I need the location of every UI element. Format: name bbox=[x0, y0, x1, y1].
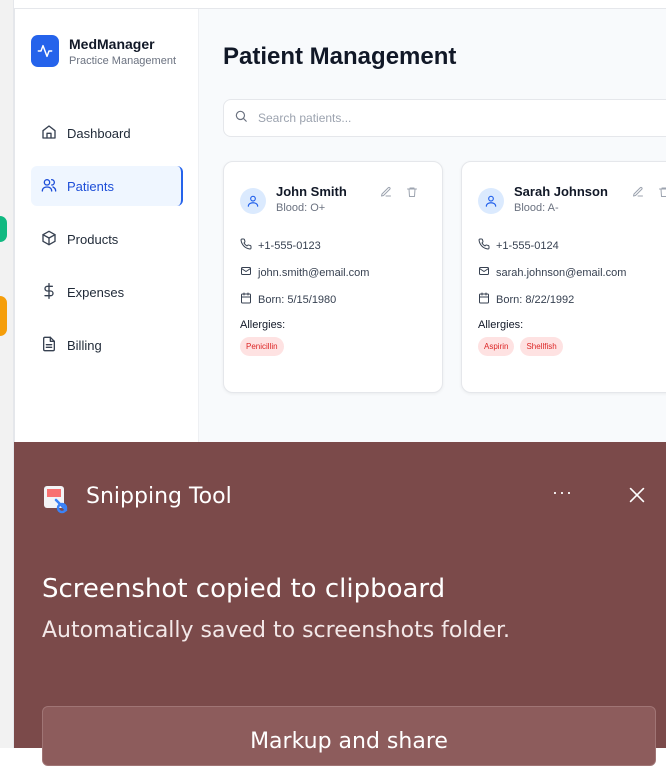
mail-icon bbox=[478, 265, 490, 280]
delete-icon[interactable] bbox=[406, 186, 418, 198]
patient-email: sarah.johnson@email.com bbox=[478, 259, 664, 286]
search-bar bbox=[223, 99, 666, 137]
package-icon bbox=[41, 230, 57, 249]
patient-dob: Born: 8/22/1992 bbox=[478, 286, 664, 313]
close-icon[interactable] bbox=[626, 484, 648, 511]
sidebar-item-label: Billing bbox=[67, 337, 102, 353]
background-green-dot bbox=[0, 216, 7, 242]
file-icon bbox=[41, 336, 57, 355]
home-icon bbox=[41, 124, 57, 143]
sidebar-item-products[interactable]: Products bbox=[31, 219, 183, 259]
patient-name: Sarah Johnson bbox=[514, 184, 608, 199]
sidebar-item-label: Dashboard bbox=[67, 125, 131, 141]
delete-icon[interactable] bbox=[658, 186, 666, 198]
background-window-edge bbox=[0, 0, 14, 748]
patient-blood-type: Blood: A- bbox=[514, 202, 559, 214]
brand-subtitle: Practice Management bbox=[69, 54, 176, 67]
activity-icon bbox=[31, 35, 59, 67]
brand: MedManager Practice Management bbox=[31, 35, 176, 67]
patient-phone: +1-555-0123 bbox=[240, 232, 426, 259]
markup-and-share-button[interactable]: Markup and share bbox=[42, 706, 656, 766]
sidebar-item-billing[interactable]: Billing bbox=[31, 325, 183, 365]
dollar-icon bbox=[41, 282, 57, 302]
calendar-icon bbox=[240, 292, 252, 307]
allergy-tag: Aspirin bbox=[478, 337, 515, 356]
search-input[interactable] bbox=[256, 110, 666, 126]
patient-card: Sarah Johnson Blood: A- +1-555-0124 sara… bbox=[461, 161, 666, 393]
sidebar-item-label: Products bbox=[67, 231, 119, 247]
notification-app-name: Snipping Tool bbox=[86, 484, 232, 509]
sidebar-item-label: Expenses bbox=[67, 284, 125, 300]
notification-body: Automatically saved to screenshots folde… bbox=[42, 618, 510, 643]
calendar-icon bbox=[478, 292, 490, 307]
edit-icon[interactable] bbox=[380, 186, 392, 198]
allergies-label: Allergies: bbox=[240, 319, 286, 331]
users-icon bbox=[41, 177, 57, 196]
snipping-tool-icon bbox=[42, 484, 72, 519]
allergy-tags: Penicillin bbox=[240, 337, 426, 356]
allergies-label: Allergies: bbox=[478, 319, 524, 331]
snipping-tool-notification[interactable]: Snipping Tool ··· Screenshot copied to c… bbox=[14, 442, 666, 766]
user-icon bbox=[478, 188, 504, 214]
user-icon bbox=[240, 188, 266, 214]
patient-dob: Born: 5/15/1980 bbox=[240, 286, 426, 313]
notification-title: Screenshot copied to clipboard bbox=[42, 574, 446, 604]
allergy-tag: Penicillin bbox=[240, 337, 284, 356]
phone-icon bbox=[240, 238, 252, 253]
patient-phone: +1-555-0124 bbox=[478, 232, 664, 259]
patient-card: John Smith Blood: O+ +1-555-0123 john.sm… bbox=[223, 161, 443, 393]
edit-icon[interactable] bbox=[632, 186, 644, 198]
allergy-tag: Shellfish bbox=[520, 337, 563, 356]
more-options-icon[interactable]: ··· bbox=[552, 482, 573, 503]
brand-title: MedManager bbox=[69, 35, 155, 52]
background-orange-dot bbox=[0, 296, 7, 336]
mail-icon bbox=[240, 265, 252, 280]
search-icon bbox=[234, 109, 248, 128]
allergy-tags: Aspirin Shellfish bbox=[478, 337, 664, 356]
patient-email: john.smith@email.com bbox=[240, 259, 426, 286]
sidebar-item-expenses[interactable]: Expenses bbox=[31, 272, 183, 312]
patient-blood-type: Blood: O+ bbox=[276, 202, 326, 214]
sidebar-item-patients[interactable]: Patients bbox=[31, 166, 183, 206]
patient-name: John Smith bbox=[276, 184, 347, 199]
sidebar-item-label: Patients bbox=[67, 178, 114, 194]
sidebar-nav: Dashboard Patients Products Expenses Bil… bbox=[31, 113, 183, 378]
page-title: Patient Management bbox=[223, 43, 457, 70]
phone-icon bbox=[478, 238, 490, 253]
sidebar-item-dashboard[interactable]: Dashboard bbox=[31, 113, 183, 153]
